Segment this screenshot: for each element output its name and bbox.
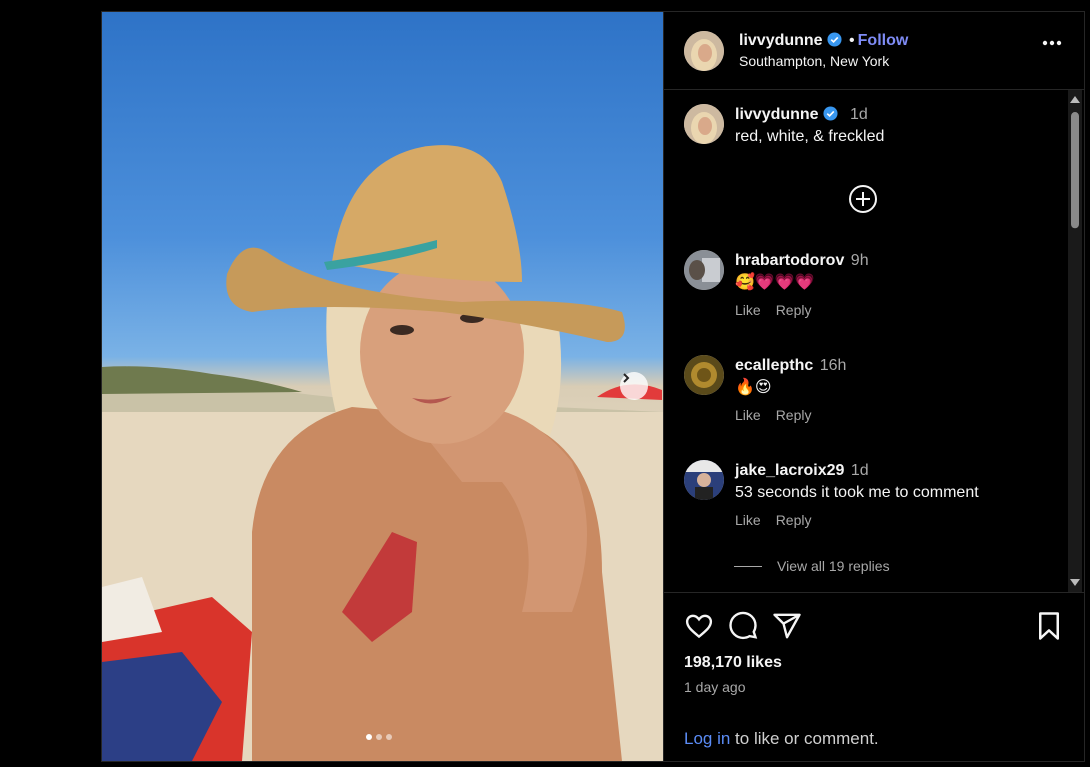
post-header: livvydunne • Follow Southampton, New York xyxy=(664,12,1084,90)
like-heart-icon[interactable] xyxy=(684,611,714,641)
comment-time: 9h xyxy=(850,252,869,269)
avatar-image xyxy=(684,104,724,144)
carousel-dot xyxy=(376,734,382,740)
commenter-avatar[interactable] xyxy=(684,250,724,290)
load-more-comments-icon[interactable] xyxy=(848,184,878,214)
comment-reply-button[interactable]: Reply xyxy=(776,512,812,528)
commenter-avatar[interactable] xyxy=(684,355,724,395)
more-options-icon[interactable] xyxy=(1042,40,1062,46)
bookmark-icon[interactable] xyxy=(1036,611,1062,641)
caption-avatar[interactable] xyxy=(684,104,724,144)
share-icon[interactable] xyxy=(772,611,802,641)
verified-badge-icon xyxy=(823,106,838,121)
login-prompt: Log in to like or comment. xyxy=(684,729,879,749)
login-prompt-text: to like or comment. xyxy=(730,729,879,748)
location-link[interactable]: Southampton, New York xyxy=(739,51,908,71)
post-side-panel: livvydunne • Follow Southampton, New York xyxy=(663,12,1084,761)
carousel-dot xyxy=(386,734,392,740)
avatar-image xyxy=(684,250,724,290)
comment-reply-button[interactable]: Reply xyxy=(776,302,812,318)
likes-count[interactable]: 198,170 likes xyxy=(684,654,782,672)
post-footer: 198,170 likes 1 day ago Log in to like o… xyxy=(664,592,1084,761)
comment-like-button[interactable]: Like xyxy=(735,407,761,423)
caption: livvydunne 1d red, white, & freckled xyxy=(684,104,884,148)
commenter-avatar[interactable] xyxy=(684,460,724,500)
caption-username[interactable]: livvydunne xyxy=(735,106,819,123)
avatar-image xyxy=(684,460,724,500)
photo-illustration xyxy=(102,145,663,761)
comment-text: 53 seconds it took me to comment xyxy=(735,484,979,501)
view-replies-button[interactable]: View all 19 replies xyxy=(734,558,890,574)
verified-badge-icon xyxy=(827,31,842,47)
author-avatar[interactable] xyxy=(684,30,724,71)
post-timestamp[interactable]: 1 day ago xyxy=(684,679,746,695)
post-photo[interactable] xyxy=(102,12,663,761)
comment-item: hrabartodorov 9h 🥰💗💗💗 Like Reply xyxy=(684,250,869,318)
comments-scrollbar[interactable] xyxy=(1068,90,1082,592)
comments-section[interactable]: livvydunne 1d red, white, & freckled hra… xyxy=(664,90,1084,592)
carousel-indicator xyxy=(366,734,392,740)
comment-time: 1d xyxy=(850,462,869,479)
chevron-right-icon xyxy=(623,373,630,383)
follow-button[interactable]: Follow xyxy=(858,32,909,49)
comment-time: 16h xyxy=(819,357,847,374)
comment-like-button[interactable]: Like xyxy=(735,512,761,528)
avatar-image xyxy=(684,355,724,395)
scrollbar-thumb xyxy=(1071,112,1079,229)
comment-like-button[interactable]: Like xyxy=(735,302,761,318)
comment-username[interactable]: ecallepthc xyxy=(735,357,813,374)
comment-item: jake_lacroix29 1d 53 seconds it took me … xyxy=(684,460,979,528)
comment-icon[interactable] xyxy=(728,611,758,641)
carousel-dot xyxy=(366,734,372,740)
comment-item: ecallepthc 16h 🔥😍 Like Reply xyxy=(684,355,846,423)
caption-time: 1d xyxy=(850,106,868,123)
next-slide-button[interactable] xyxy=(620,372,648,400)
post-modal: livvydunne • Follow Southampton, New York xyxy=(101,11,1085,762)
caption-text: red, white, & freckled xyxy=(735,128,885,145)
login-link[interactable]: Log in xyxy=(684,729,730,748)
view-replies-label: View all 19 replies xyxy=(777,558,890,574)
separator-dot: • xyxy=(849,31,855,49)
comment-text: 🥰💗💗💗 xyxy=(735,274,815,291)
author-username[interactable]: livvydunne xyxy=(739,32,823,49)
comment-username[interactable]: hrabartodorov xyxy=(735,252,844,269)
replies-divider xyxy=(734,565,762,567)
comment-text: 🔥😍 xyxy=(735,379,772,396)
avatar-image xyxy=(684,30,724,71)
comment-reply-button[interactable]: Reply xyxy=(776,407,812,423)
comment-username[interactable]: jake_lacroix29 xyxy=(735,462,844,479)
